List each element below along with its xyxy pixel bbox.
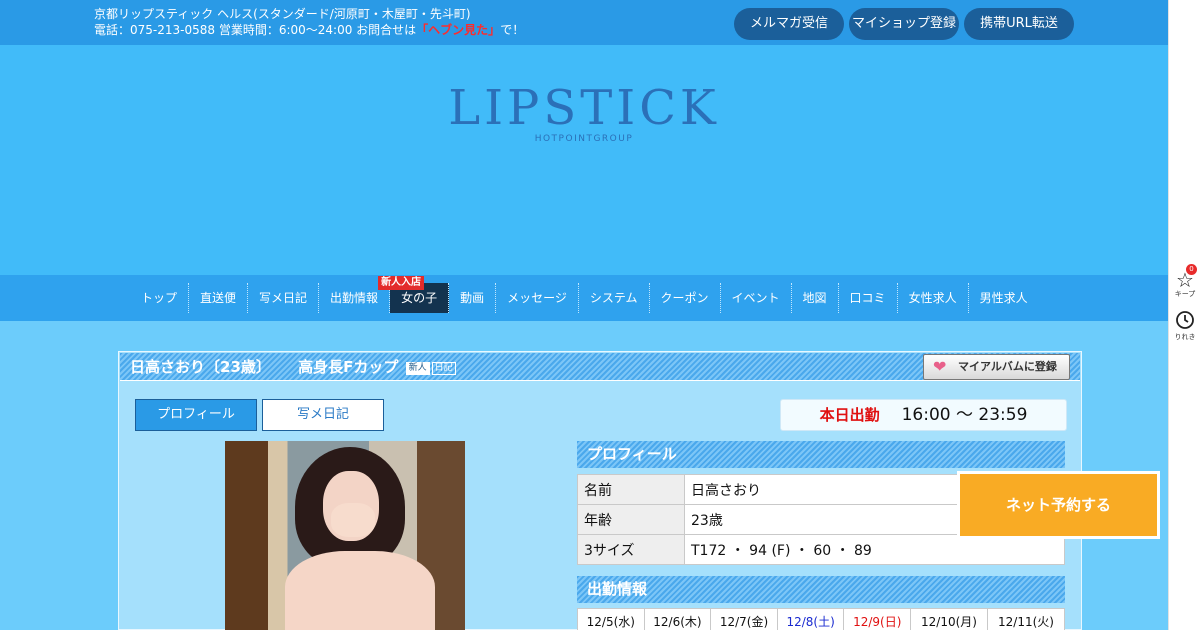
today-shift-label: 本日出勤 — [819, 406, 880, 424]
nav-item-map[interactable]: 地図 — [792, 283, 839, 313]
heaven-mita-highlight: 「ヘブン見た」 — [416, 23, 501, 37]
shop-info-phone-hours: 電話：075-213-0588 営業時間：6:00～24:00 お問合せは — [94, 23, 417, 37]
schedule-date: 12/9(日) — [843, 608, 912, 630]
nav-item-female-recruit[interactable]: 女性求人 — [898, 283, 969, 313]
new-tag: 新人 — [405, 362, 430, 375]
schedule-date: 12/10(月) — [910, 608, 988, 630]
history-label: りれき — [1174, 333, 1196, 341]
girl-photo[interactable] — [225, 441, 465, 630]
girl-catchphrase: 高身長Fカップ — [298, 358, 399, 376]
heart-icon: ❤ — [933, 357, 947, 376]
nav-item-reviews[interactable]: 口コミ — [839, 283, 898, 313]
mobile-url-transfer-button[interactable]: 携帯URL転送 — [964, 8, 1074, 40]
history-button[interactable]: りれき — [1169, 310, 1200, 342]
nav-item-message[interactable]: メッセージ — [496, 283, 579, 313]
tab-photo-diary[interactable]: 写メ日記 — [262, 399, 384, 431]
keep-count-badge: 0 — [1186, 264, 1197, 275]
schedule-date: 12/7(金) — [710, 608, 778, 630]
nav-item-top[interactable]: トップ — [130, 283, 190, 313]
nav-item-system[interactable]: システム — [579, 283, 650, 313]
profile-key: 名前 — [577, 474, 685, 505]
my-shop-register-button[interactable]: マイショップ登録 — [849, 8, 959, 40]
nav-item-girls[interactable]: 新人入店 女の子 — [378, 276, 450, 313]
nav-item-photo-diary[interactable]: 写メ日記 — [248, 283, 320, 313]
photo-hand — [331, 503, 375, 537]
today-shift-time: 16:00 ～ 23:59 — [901, 405, 1028, 425]
nav-item-event[interactable]: イベント — [721, 283, 792, 313]
right-sidebar: ☆ 0 キープ りれき — [1168, 0, 1200, 630]
diary-tag: 日記 — [431, 362, 456, 375]
profile-key: 年齢 — [577, 504, 685, 535]
schedule-date: 12/6(木) — [643, 608, 712, 630]
nav-item-girls-label: 女の子 — [401, 291, 438, 305]
schedule-table: 12/5(水) 12/6(木) 12/7(金) 12/8(土) 12/9(日) … — [577, 608, 1066, 630]
schedule-date: 12/11(火) — [986, 608, 1066, 630]
nav-item-direct[interactable]: 直送便 — [189, 283, 249, 313]
new-girl-badge: 新人入店 — [378, 276, 425, 290]
net-reserve-button[interactable]: ネット予約する — [957, 471, 1160, 539]
nav-item-video[interactable]: 動画 — [449, 283, 497, 313]
shop-info-suffix: で！ — [500, 23, 525, 37]
today-shift-box: 本日出勤 16:00 ～ 23:59 — [780, 399, 1067, 431]
nav-item-coupon[interactable]: クーポン — [650, 283, 721, 313]
schedule-section-title: 出勤情報 — [577, 576, 1065, 603]
nav-item-male-recruit[interactable]: 男性求人 — [969, 283, 1039, 313]
profile-key: 3サイズ — [577, 534, 685, 565]
nav-items: トップ 直送便 写メ日記 出勤情報 新人入店 女の子 動画 メッセージ システム… — [130, 276, 1039, 313]
shop-info-line1: 京都リップスティック ヘルス(スタンダード/河原町・木屋町・先斗町) — [94, 7, 471, 21]
main-nav: トップ 直送便 写メ日記 出勤情報 新人入店 女の子 動画 メッセージ システム… — [0, 275, 1168, 321]
shop-info: 京都リップスティック ヘルス(スタンダード/河原町・木屋町・先斗町) 電話：07… — [94, 6, 524, 38]
shop-logo[interactable]: LIPSTICK — [0, 83, 1168, 133]
girl-name-age: 日高さおり〔23歳〕 — [130, 358, 271, 376]
profile-section-title: プロフィール — [577, 441, 1065, 468]
schedule-date: 12/8(土) — [776, 608, 845, 630]
shop-logo-subtitle: HOTPOINTGROUP — [534, 134, 634, 144]
profile-value: T172 ・ 94 (F) ・ 60 ・ 89 — [684, 534, 1065, 565]
top-bar: 京都リップスティック ヘルス(スタンダード/河原町・木屋町・先斗町) 電話：07… — [0, 0, 1168, 45]
shop-info-line2: 電話：075-213-0588 営業時間：6:00～24:00 お問合せは「ヘブ… — [94, 22, 524, 38]
mail-magazine-button[interactable]: メルマガ受信 — [734, 8, 844, 40]
table-row: 3サイズ T172 ・ 94 (F) ・ 60 ・ 89 — [577, 534, 1065, 565]
profile-title: 日高さおり〔23歳〕 高身長Fカップ 新人 日記 — [130, 356, 456, 378]
net-reserve-label: ネット予約する — [960, 474, 1157, 536]
schedule-date: 12/5(水) — [577, 608, 645, 630]
keep-label: キープ — [1174, 290, 1196, 298]
keep-button[interactable]: ☆ 0 キープ — [1169, 264, 1200, 299]
my-album-register-label: マイアルバムに登録 — [958, 360, 1057, 373]
my-album-register-button[interactable]: ❤ マイアルバムに登録 — [923, 354, 1070, 380]
photo-body — [285, 551, 435, 630]
table-row: 12/5(水) 12/6(木) 12/7(金) 12/8(土) 12/9(日) … — [577, 608, 1066, 630]
history-clock-icon — [1169, 310, 1200, 333]
tab-profile[interactable]: プロフィール — [135, 399, 257, 431]
